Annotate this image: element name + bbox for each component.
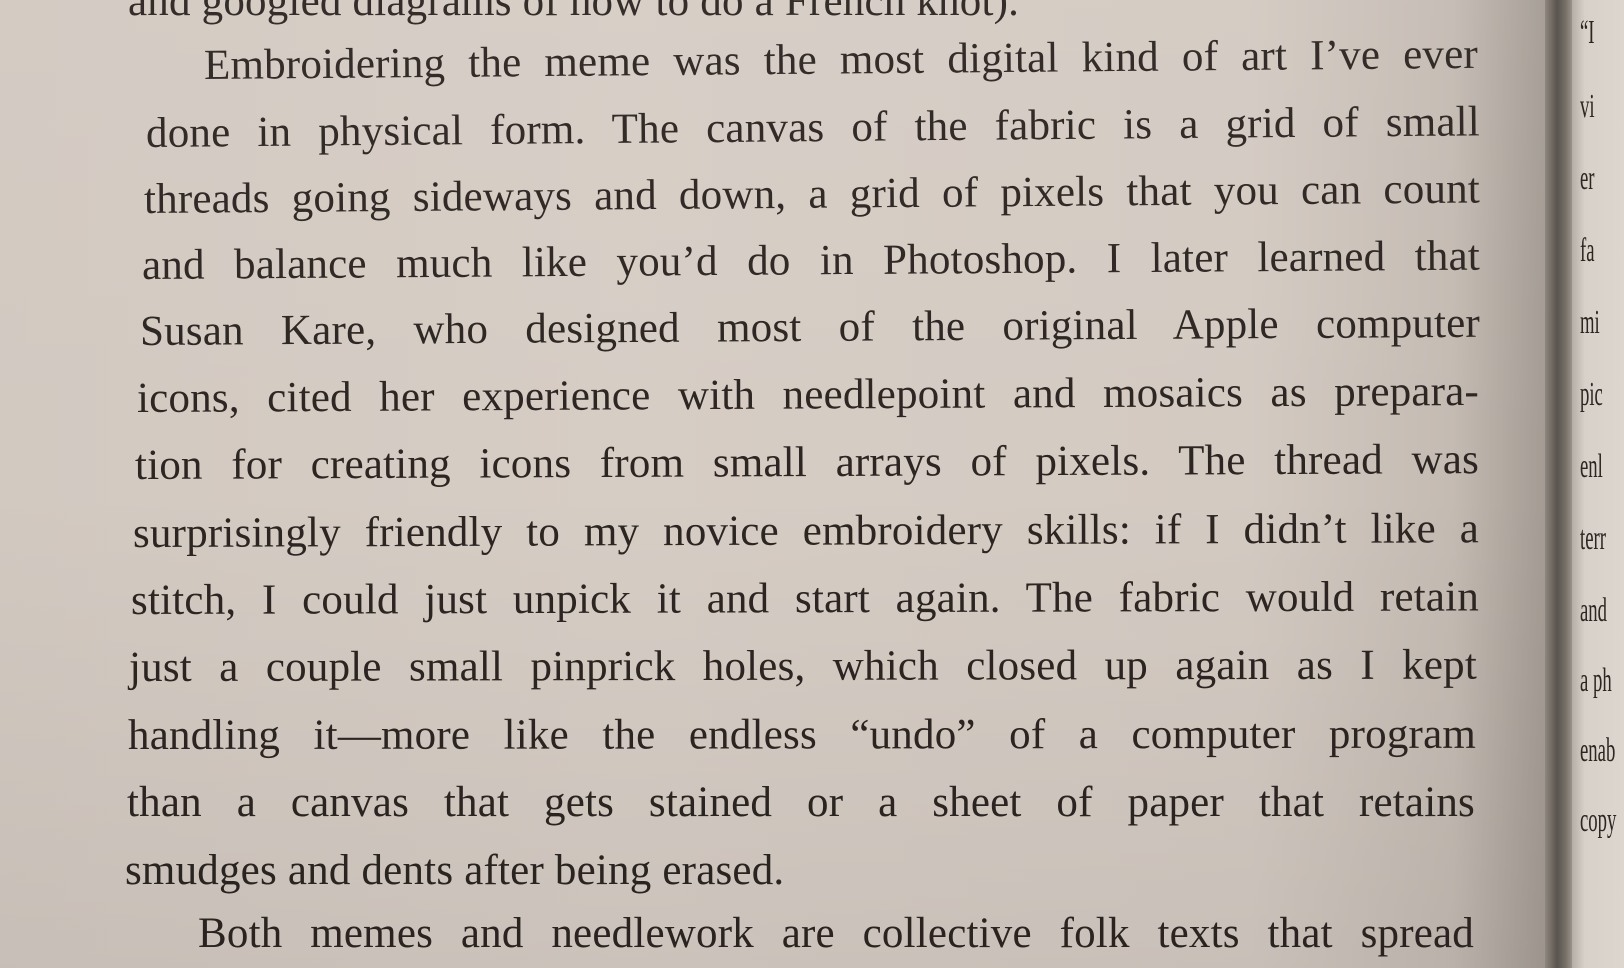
right-page-fragment: fa bbox=[1580, 232, 1595, 269]
text-line: than a canvas that gets stained or a she… bbox=[127, 779, 1475, 826]
right-page-fragment: vi bbox=[1580, 88, 1595, 125]
text-line-cut-bottom: Both memes and needlework are collective… bbox=[198, 910, 1474, 957]
text-line: surprisingly friendly to my novice embro… bbox=[132, 505, 1480, 557]
right-page-fragment: er bbox=[1580, 160, 1595, 197]
right-page-fragment: “I bbox=[1580, 14, 1595, 51]
text-line-paragraph-end: smudges and dents after being erased. bbox=[125, 847, 785, 894]
text-line-cut-top: and googled diagrams of how to do a Fren… bbox=[128, 0, 1020, 25]
book-gutter bbox=[1545, 0, 1575, 968]
text-line: icons, cited her experience with needlep… bbox=[136, 367, 1480, 422]
text-line: handling it—more like the endless “undo”… bbox=[127, 710, 1477, 759]
text-line: tion for creating icons from small array… bbox=[134, 436, 1480, 489]
right-page-fragment: copy bbox=[1580, 802, 1617, 839]
text-line: Susan Kare, who designed most of the ori… bbox=[139, 299, 1481, 355]
right-page-fragment: and bbox=[1580, 592, 1608, 629]
right-page-fragment: enab bbox=[1580, 732, 1616, 769]
right-page-fragment: enl bbox=[1580, 448, 1603, 485]
text-line: stitch, I could just unpick it and start… bbox=[130, 573, 1480, 624]
right-page-fragment: mi bbox=[1580, 304, 1600, 341]
right-page-fragment: pic bbox=[1580, 376, 1603, 413]
book-spread: and googled diagrams of how to do a Fren… bbox=[0, 0, 1624, 968]
right-page-fragment: terr bbox=[1580, 520, 1606, 557]
right-page-edge: “I vi er fa mi pic enl terr and a ph ena… bbox=[1572, 0, 1624, 968]
left-page: and googled diagrams of how to do a Fren… bbox=[0, 0, 1562, 968]
right-page-fragment: a ph bbox=[1580, 662, 1612, 699]
text-line-paragraph-start: Embroidering the meme was the most digit… bbox=[203, 30, 1479, 89]
text-line: done in physical form. The canvas of the… bbox=[145, 98, 1481, 157]
text-line: threads going sideways and down, a grid … bbox=[143, 165, 1481, 223]
text-line: and balance much like you’d do in Photos… bbox=[141, 232, 1481, 289]
text-line: just a couple small pinprick holes, whic… bbox=[128, 641, 1478, 691]
